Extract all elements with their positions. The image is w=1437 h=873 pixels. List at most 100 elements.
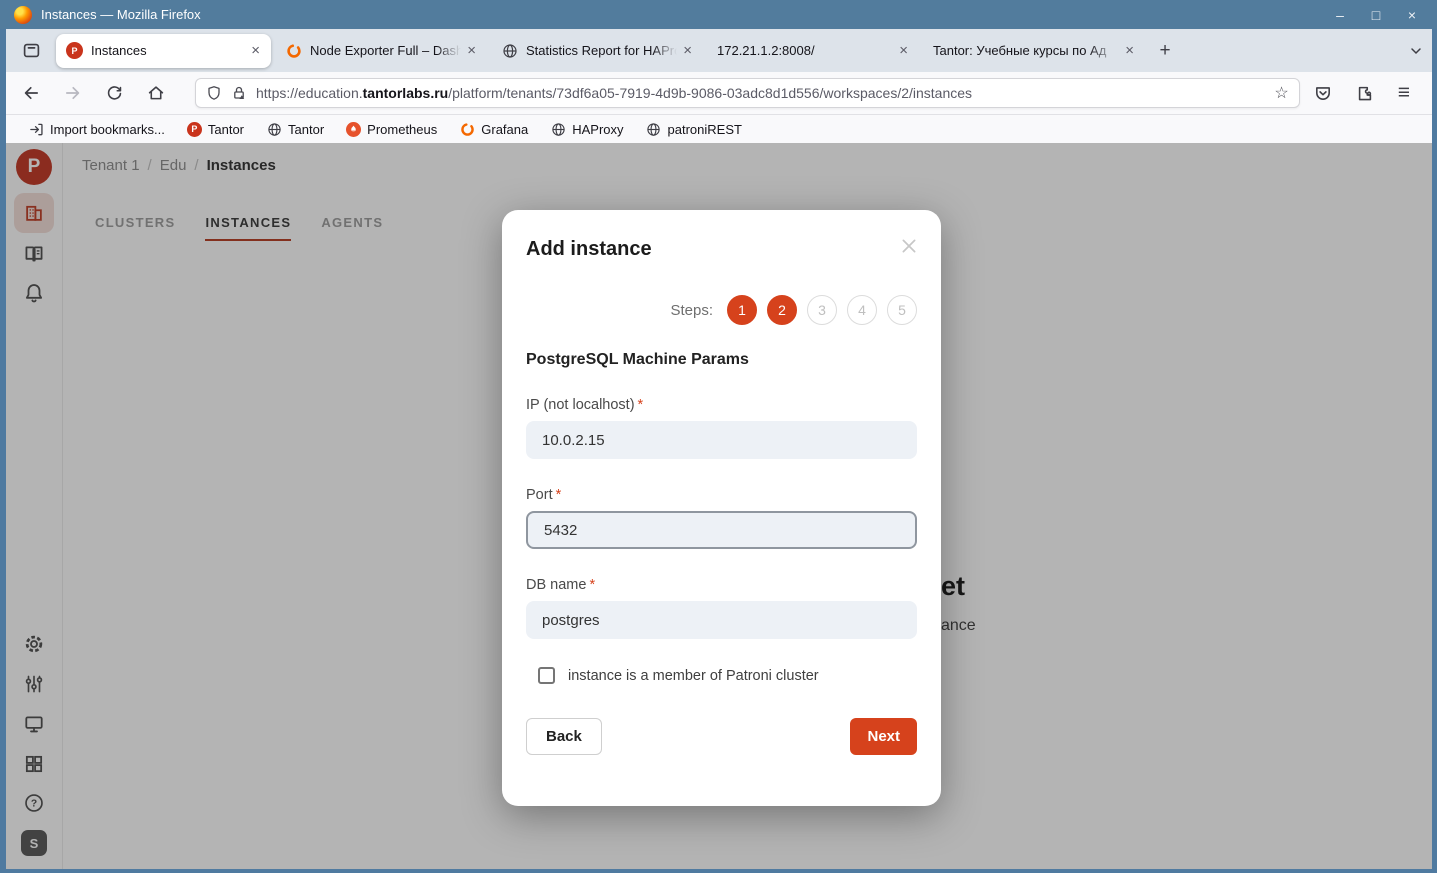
- tab-bar: P Instances × Node Exporter Full – Dashb…: [6, 29, 1432, 72]
- tab-close-icon[interactable]: ×: [1122, 42, 1137, 59]
- tab-label: Tantor: Учебные курсы по Ад: [933, 43, 1122, 58]
- bookmark-tantor[interactable]: P Tantor: [187, 122, 244, 137]
- globe-icon: [550, 121, 566, 137]
- bookmark-label: Import bookmarks...: [50, 122, 165, 137]
- bookmark-star-icon[interactable]: ☆: [1274, 83, 1288, 103]
- bookmark-label: Tantor: [208, 122, 244, 137]
- close-icon: [899, 236, 919, 256]
- tab-close-icon[interactable]: ×: [896, 42, 911, 59]
- browser-tab-tantor-courses[interactable]: Tantor: Учебные курсы по Ад ×: [923, 34, 1145, 68]
- ip-field-label: IP (not localhost)*: [526, 397, 917, 413]
- extensions-button[interactable]: [1356, 84, 1374, 102]
- puzzle-icon: [1356, 84, 1374, 102]
- tantor-icon: P: [187, 122, 202, 137]
- tab-close-icon[interactable]: ×: [464, 42, 479, 59]
- firefox-window: Instances — Mozilla Firefox – □ × P Inst…: [0, 0, 1437, 873]
- back-icon: [22, 84, 40, 102]
- navigation-bar: https://education.tantorlabs.ru/platform…: [6, 72, 1432, 115]
- browser-tab-patroni[interactable]: 172.21.1.2:8008/ ×: [707, 34, 919, 68]
- url-bar[interactable]: https://education.tantorlabs.ru/platform…: [195, 78, 1300, 108]
- globe-icon: [646, 121, 662, 137]
- browser-tab-instances[interactable]: P Instances ×: [56, 34, 271, 68]
- field-ip: IP (not localhost)*: [526, 397, 917, 459]
- dbname-input[interactable]: [526, 601, 917, 639]
- back-button-modal[interactable]: Back: [526, 718, 602, 755]
- next-button-modal[interactable]: Next: [850, 718, 917, 755]
- tab-close-icon[interactable]: ×: [680, 42, 695, 59]
- required-mark: *: [638, 397, 644, 413]
- browser-tab-haproxy-stats[interactable]: Statistics Report for HAPro ×: [491, 34, 703, 68]
- dbname-field-label: DB name*: [526, 577, 917, 593]
- back-button[interactable]: [22, 84, 40, 102]
- home-icon: [147, 84, 165, 102]
- field-port: Port*: [526, 487, 917, 549]
- bookmark-patronirest[interactable]: patroniREST: [646, 121, 742, 137]
- globe-favicon-icon: [501, 42, 518, 59]
- step-circle-5: 5: [887, 295, 917, 325]
- import-icon: [28, 121, 44, 137]
- globe-icon: [266, 121, 282, 137]
- steps-label: Steps:: [670, 302, 713, 319]
- bookmark-label: Grafana: [481, 122, 528, 137]
- home-button[interactable]: [147, 84, 165, 102]
- modal-buttons: Back Next: [526, 718, 917, 755]
- forward-button[interactable]: [64, 84, 82, 102]
- required-mark: *: [589, 577, 595, 593]
- step-circle-4: 4: [847, 295, 877, 325]
- page-content: P: [6, 143, 1432, 869]
- tab-label: Instances: [91, 43, 248, 58]
- bookmark-label: HAProxy: [572, 122, 623, 137]
- forward-icon: [64, 84, 82, 102]
- step-circle-2: 2: [767, 295, 797, 325]
- tab-label: 172.21.1.2:8008/: [717, 43, 896, 58]
- bookmark-grafana[interactable]: Grafana: [459, 121, 528, 137]
- port-input[interactable]: [526, 511, 917, 549]
- ip-input[interactable]: [526, 421, 917, 459]
- bookmark-label: Tantor: [288, 122, 324, 137]
- prometheus-icon: [346, 122, 361, 137]
- tab-label: Node Exporter Full – Dashb: [310, 43, 464, 58]
- patroni-checkbox-row: instance is a member of Patroni cluster: [526, 667, 917, 684]
- patroni-checkbox[interactable]: [538, 667, 555, 684]
- bookmark-tantor-globe[interactable]: Tantor: [266, 121, 324, 137]
- connection-lock-icon[interactable]: [231, 85, 247, 101]
- bookmark-haproxy[interactable]: HAProxy: [550, 121, 623, 137]
- port-field-label: Port*: [526, 487, 917, 503]
- step-circle-1: 1: [727, 295, 757, 325]
- browser-chrome: P Instances × Node Exporter Full – Dashb…: [6, 29, 1432, 869]
- reload-button[interactable]: [106, 85, 123, 102]
- window-maximize-button[interactable]: □: [1363, 4, 1389, 26]
- pocket-icon: [1314, 84, 1332, 102]
- patroni-checkbox-label: instance is a member of Patroni cluster: [568, 668, 819, 684]
- bookmark-label: Prometheus: [367, 122, 437, 137]
- tab-label: Statistics Report for HAPro: [526, 43, 680, 58]
- grafana-icon: [459, 121, 475, 137]
- window-close-button[interactable]: ×: [1399, 4, 1425, 26]
- bookmark-label: patroniREST: [668, 122, 742, 137]
- window-minimize-button[interactable]: –: [1327, 4, 1353, 26]
- required-mark: *: [556, 487, 562, 503]
- browser-tab-grafana[interactable]: Node Exporter Full – Dashb ×: [275, 34, 487, 68]
- reload-icon: [106, 85, 123, 102]
- bookmark-prometheus[interactable]: Prometheus: [346, 122, 437, 137]
- tantor-favicon-icon: P: [66, 42, 83, 59]
- list-all-tabs-button[interactable]: [1408, 43, 1424, 59]
- bookmark-import[interactable]: Import bookmarks...: [28, 121, 165, 137]
- new-tab-button[interactable]: +: [1151, 37, 1179, 65]
- pocket-button[interactable]: [1314, 84, 1332, 102]
- modal-title: Add instance: [526, 238, 917, 261]
- firefox-view-button[interactable]: [16, 36, 46, 66]
- menu-button[interactable]: ≡: [1398, 81, 1410, 105]
- add-instance-modal: Add instance Steps: 1 2 3 4 5 PostgreSQL…: [502, 210, 941, 806]
- bookmarks-bar: Import bookmarks... P Tantor Tantor Prom…: [6, 115, 1432, 143]
- firefox-view-icon: [22, 41, 41, 60]
- steps-indicator: Steps: 1 2 3 4 5: [526, 295, 917, 325]
- tab-close-icon[interactable]: ×: [248, 42, 263, 59]
- chevron-down-icon: [1408, 43, 1424, 59]
- window-title: Instances — Mozilla Firefox: [41, 7, 201, 22]
- step-circle-3: 3: [807, 295, 837, 325]
- tracking-shield-icon[interactable]: [206, 85, 222, 101]
- grafana-favicon-icon: [285, 42, 302, 59]
- firefox-logo-icon: [14, 6, 32, 24]
- modal-close-button[interactable]: [899, 236, 919, 256]
